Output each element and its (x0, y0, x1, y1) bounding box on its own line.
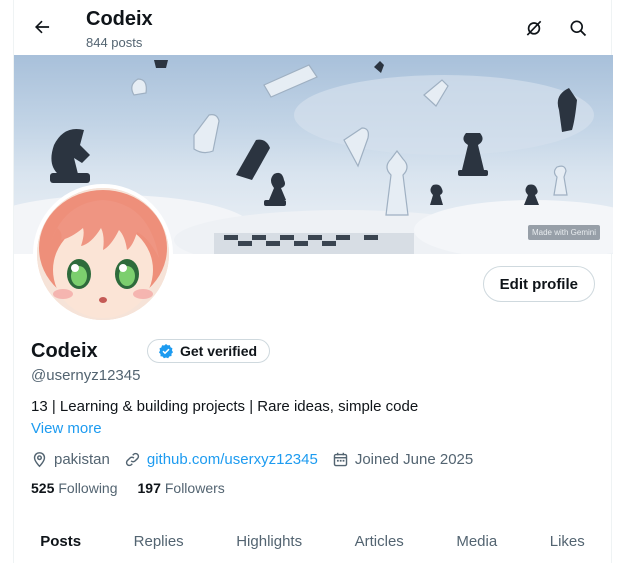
following-count: 525 (31, 480, 55, 496)
followers-link[interactable]: 197 Followers (138, 480, 225, 496)
follow-stats: 525 Following 197 Followers (31, 480, 245, 496)
top-header: Codeix 844 posts (14, 0, 611, 55)
tab-media[interactable]: Media (430, 520, 523, 563)
profile-tabs: Posts Replies Highlights Articles Media … (14, 520, 611, 563)
verified-badge-icon (159, 344, 173, 359)
anime-avatar-image (37, 188, 169, 320)
profile-bio: 13 | Learning & building projects | Rare… (31, 398, 419, 415)
edit-profile-button[interactable]: Edit profile (482, 266, 595, 302)
profile-handle: @usernyz12345 (31, 367, 141, 384)
followers-count: 197 (137, 480, 161, 496)
gemini-badge: Made with Gemini (527, 225, 600, 240)
website-link[interactable]: github.com/userxyz12345 (147, 451, 318, 468)
tab-likes[interactable]: Likes (523, 520, 611, 563)
notification-toggle-button[interactable] (519, 13, 549, 43)
search-button[interactable] (563, 13, 593, 43)
location-pin-icon (33, 451, 46, 467)
view-more-link[interactable]: View more (31, 420, 102, 437)
profile-page: Codeix 844 posts Made with Gemini Edit p… (13, 0, 613, 563)
no-notification-icon (526, 20, 542, 36)
followers-label: Followers (164, 480, 225, 496)
back-button[interactable] (27, 12, 57, 42)
profile-avatar[interactable] (33, 184, 173, 324)
tab-highlights[interactable]: Highlights (210, 520, 328, 563)
post-count: 844 posts (86, 35, 143, 50)
following-link[interactable]: 525 Following (31, 480, 118, 496)
profile-name: Codeix (31, 340, 98, 362)
joined-item: Joined June 2025 (332, 451, 473, 468)
link-icon (125, 452, 139, 466)
following-label: Following (58, 480, 118, 496)
tab-replies[interactable]: Replies (107, 520, 210, 563)
location-text: pakistan (54, 450, 110, 468)
get-verified-label: Get verified (180, 343, 258, 359)
profile-meta: pakistan github.com/userxyz12345 Joined … (31, 448, 487, 470)
tab-posts[interactable]: Posts (14, 520, 107, 563)
search-icon (570, 20, 587, 37)
get-verified-button[interactable]: Get verified (147, 339, 271, 363)
location-item: pakistan (31, 451, 110, 468)
arrow-left-icon (35, 20, 50, 34)
tab-articles[interactable]: Articles (328, 520, 430, 563)
page-title: Codeix (86, 8, 153, 30)
calendar-icon (333, 452, 348, 466)
joined-text: Joined June 2025 (354, 450, 474, 468)
website-item[interactable]: github.com/userxyz12345 (124, 451, 318, 468)
